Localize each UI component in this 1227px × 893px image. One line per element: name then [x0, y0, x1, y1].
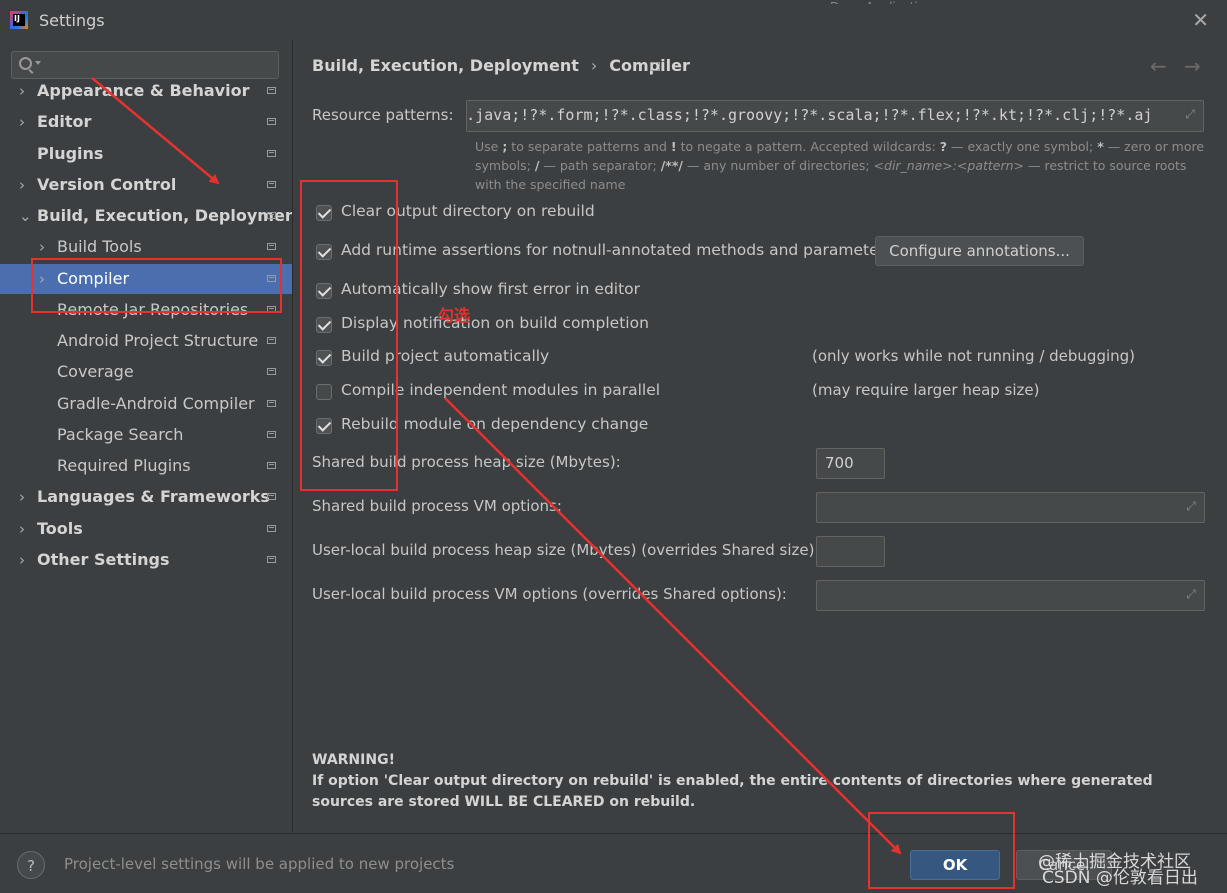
sidebar-item-label: Coverage: [57, 362, 134, 381]
close-icon[interactable]: ✕: [1192, 8, 1209, 32]
sidebar-item-label: Editor: [37, 112, 92, 131]
runtime-assertions-label: Add runtime assertions for notnull-annot…: [341, 241, 894, 259]
expand-icon[interactable]: ⤢: [1184, 587, 1198, 601]
resource-patterns-label: Resource patterns:: [312, 106, 454, 124]
chevron-right-icon[interactable]: ›: [19, 170, 25, 200]
user-heap-input[interactable]: [816, 536, 885, 567]
sidebar-item-label: Required Plugins: [57, 456, 191, 475]
project-scope-icon: [267, 181, 276, 188]
project-scope-icon: [267, 400, 276, 407]
sidebar-item-label: Build, Execution, Deployment: [37, 206, 304, 225]
user-vm-label: User-local build process VM options (ove…: [312, 585, 787, 603]
resource-patterns-value: !?*.java;!?*.form;!?*.class;!?*.groovy;!…: [466, 106, 1153, 124]
expand-icon[interactable]: ⤢: [1183, 107, 1197, 121]
breadcrumb: Build, Execution, Deployment › Compiler: [312, 56, 690, 75]
resource-patterns-input[interactable]: !?*.java;!?*.form;!?*.class;!?*.groovy;!…: [466, 100, 1204, 132]
sidebar-item-label: Gradle-Android Compiler: [57, 394, 255, 413]
project-scope-icon: [267, 525, 276, 532]
sidebar-item-plugins[interactable]: Plugins: [0, 139, 292, 169]
chevron-right-icon[interactable]: ›: [19, 76, 25, 106]
sidebar-item-package-search[interactable]: Package Search: [0, 420, 292, 450]
chevron-down-icon[interactable]: ⌄: [19, 201, 32, 231]
watermark-line2: CSDN @伦敦看日出: [1042, 868, 1198, 888]
sidebar-item-label: Plugins: [37, 144, 104, 163]
warning-title: WARNING!: [312, 752, 395, 768]
resource-patterns-help: Use ; to separate patterns and ! to nega…: [475, 139, 1205, 192]
sidebar-item-android-project-structure[interactable]: Android Project Structure: [0, 326, 292, 356]
sidebar-item-label: Package Search: [57, 425, 184, 444]
sidebar-item-appearance-behavior[interactable]: › Appearance & Behavior: [0, 76, 292, 106]
chevron-right-icon[interactable]: ›: [19, 545, 25, 575]
project-scope-icon: [267, 87, 276, 94]
settings-sidebar: › Appearance & Behavior › Editor Plugins › Ver…: [0, 40, 304, 832]
project-scope-icon: [267, 243, 276, 250]
warning-body: If option 'Clear output directory on reb…: [312, 773, 1153, 810]
intellij-logo-icon: IJ: [10, 11, 28, 29]
background-window-fragment: DemoApplication: [830, 0, 1130, 4]
sidebar-item-build-execution-deployment[interactable]: ⌄ Build, Execution, Deployment: [0, 201, 304, 231]
annotation-box-compiler: [31, 258, 282, 313]
sidebar-item-label: Tools: [37, 519, 83, 538]
shared-heap-input[interactable]: 700: [816, 448, 885, 479]
sidebar-item-label: Languages & Frameworks: [37, 487, 270, 506]
sidebar-item-languages-frameworks[interactable]: › Languages & Frameworks: [0, 482, 292, 512]
project-scope-icon: [267, 212, 276, 219]
shared-vm-input[interactable]: ⤢: [816, 492, 1205, 523]
shared-heap-value: 700: [825, 454, 854, 472]
back-arrow-icon[interactable]: ←: [1150, 54, 1167, 78]
project-scope-icon: [267, 493, 276, 500]
project-scope-icon: [267, 150, 276, 157]
shared-vm-label: Shared build process VM options:: [312, 497, 562, 515]
project-scope-icon: [267, 118, 276, 125]
breadcrumb-parent[interactable]: Build, Execution, Deployment: [312, 56, 579, 75]
sidebar-item-coverage[interactable]: Coverage: [0, 357, 292, 387]
title-bar: IJ Settings ✕: [0, 0, 1227, 40]
project-scope-icon: [267, 556, 276, 563]
breadcrumb-separator: ›: [590, 56, 598, 75]
sidebar-item-label: Version Control: [37, 175, 177, 194]
user-vm-input[interactable]: ⤢: [816, 580, 1205, 611]
project-scope-icon: [267, 368, 276, 375]
sidebar-item-label: Other Settings: [37, 550, 170, 569]
search-options-caret-icon[interactable]: [35, 61, 41, 65]
annotation-box-checkboxes: [300, 180, 398, 491]
forward-arrow-icon[interactable]: →: [1184, 54, 1201, 78]
expand-icon[interactable]: ⤢: [1184, 499, 1198, 513]
sidebar-item-editor[interactable]: › Editor: [0, 107, 292, 137]
warning-message: WARNING! If option 'Clear output directo…: [312, 750, 1212, 813]
footer-info-text: Project-level settings will be applied t…: [64, 855, 455, 873]
search-input[interactable]: [11, 51, 279, 79]
sidebar-item-label: Appearance & Behavior: [37, 81, 250, 100]
build-automatically-note: (only works while not running / debuggin…: [812, 347, 1136, 365]
project-scope-icon: [650, 62, 660, 71]
configure-annotations-button[interactable]: Configure annotations...: [875, 236, 1084, 266]
sidebar-item-other-settings[interactable]: › Other Settings: [0, 545, 292, 575]
annotation-box-ok: [868, 812, 1015, 889]
chevron-right-icon[interactable]: ›: [19, 107, 25, 137]
chevron-right-icon[interactable]: ›: [19, 482, 25, 512]
annotation-label: 勾选: [438, 306, 471, 325]
sidebar-item-label: Android Project Structure: [57, 331, 259, 350]
sidebar-item-tools[interactable]: › Tools: [0, 514, 292, 544]
chevron-right-icon[interactable]: ›: [19, 514, 25, 544]
help-button[interactable]: ?: [17, 851, 45, 879]
search-icon: [19, 57, 32, 70]
project-scope-icon: [267, 337, 276, 344]
sidebar-item-required-plugins[interactable]: Required Plugins: [0, 451, 292, 481]
project-scope-icon: [267, 431, 276, 438]
project-scope-icon: [267, 462, 276, 469]
window-title: Settings: [39, 11, 105, 30]
user-heap-label: User-local build process heap size (Mbyt…: [312, 541, 820, 559]
sidebar-item-gradle-android-compiler[interactable]: Gradle-Android Compiler: [0, 389, 292, 419]
compile-parallel-note: (may require larger heap size): [812, 381, 1040, 399]
sidebar-item-version-control[interactable]: › Version Control: [0, 170, 292, 200]
compiler-settings-panel: Build, Execution, Deployment › Compiler ← …: [293, 40, 1227, 832]
